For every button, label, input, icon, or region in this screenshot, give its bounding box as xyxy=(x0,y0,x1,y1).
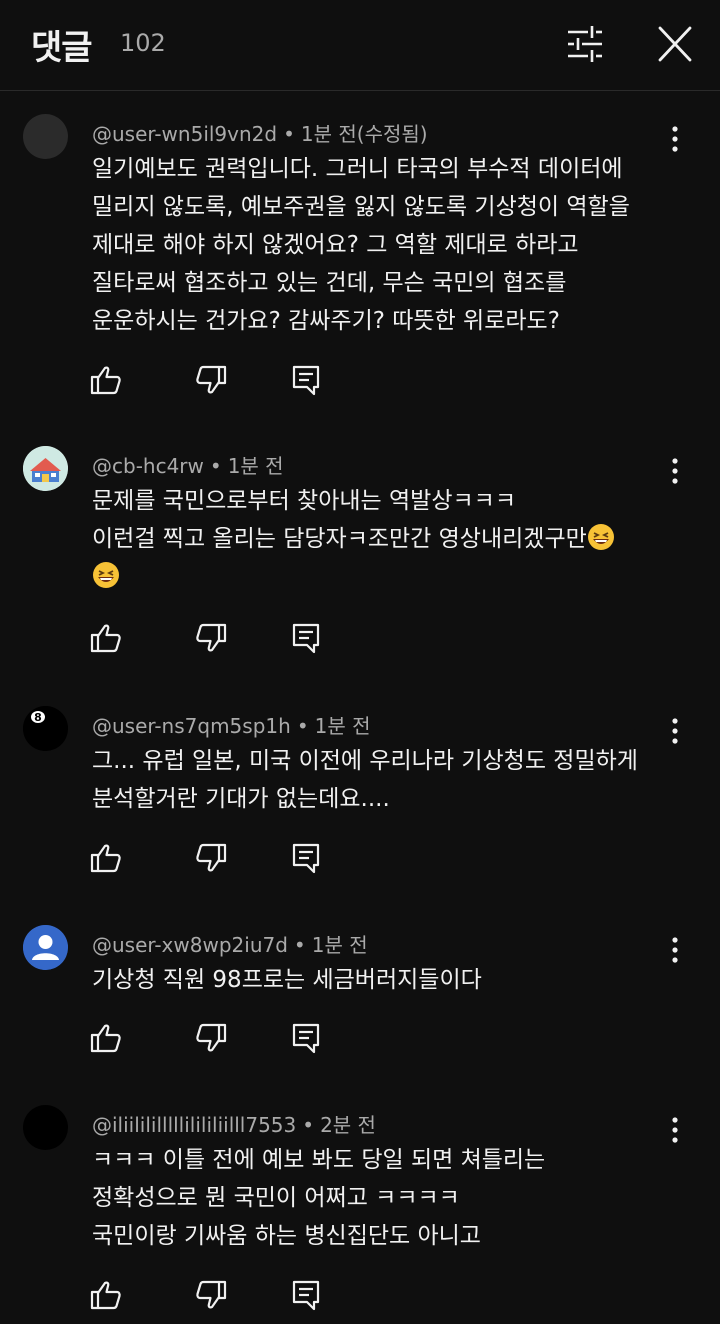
svg-text:8: 8 xyxy=(34,711,42,724)
reply-comment-icon[interactable] xyxy=(288,1277,324,1313)
avatar[interactable]: 8 xyxy=(23,706,68,751)
separator-dot: • xyxy=(293,933,306,957)
default-user-avatar-icon xyxy=(23,925,68,970)
thumbs-down-icon[interactable] xyxy=(193,840,229,876)
thumbs-down-icon[interactable] xyxy=(193,620,229,656)
grinning-squinting-face-emoji xyxy=(93,562,119,588)
close-icon[interactable] xyxy=(652,22,698,66)
comment-line xyxy=(92,558,692,596)
thumbs-down-icon[interactable] xyxy=(193,1277,229,1313)
avatar[interactable] xyxy=(23,1105,68,1150)
comment-author[interactable]: @user-xw8wp2iu7d xyxy=(92,933,288,957)
thumbs-down-icon[interactable] xyxy=(193,362,229,398)
sliders-icon[interactable] xyxy=(562,22,608,66)
comment-meta: @user-ns7qm5sp1h • 1분 전 xyxy=(92,710,371,739)
comment-actions xyxy=(0,620,720,660)
comment-text: 그... 유럽 일본, 미국 이전에 우리나라 기상청도 정밀하게 분석할거란 … xyxy=(92,742,692,818)
thumbs-up-icon[interactable] xyxy=(88,620,124,656)
eight-ball-avatar-icon: 8 xyxy=(23,706,68,751)
comment-line: 질타로써 협조하고 있는 건데, 무슨 국민의 협조를 xyxy=(92,270,567,296)
comment-meta: @cb-hc4rw • 1분 전 xyxy=(92,450,284,479)
comment-actions xyxy=(0,840,720,880)
comment-author[interactable]: @cb-hc4rw xyxy=(92,454,204,478)
comment-line: 밀리지 않도록, 예보주권을 잃지 않도록 기상청이 역할을 xyxy=(92,194,630,220)
separator-dot: • xyxy=(302,1113,315,1137)
comment-line: 제대로 해야 하지 않겠어요? 그 역할 제대로 하라고 xyxy=(92,232,579,258)
comment-actions xyxy=(0,1277,720,1317)
comment-line: 일기예보도 권력입니다. 그러니 타국의 부수적 데이터에 xyxy=(92,156,623,182)
comment-author[interactable]: @user-wn5il9vn2d xyxy=(92,122,277,146)
avatar[interactable] xyxy=(23,925,68,970)
comment-line: 문제를 국민으로부터 찾아내는 역발상ㅋㅋㅋ xyxy=(92,488,516,514)
grinning-squinting-face-emoji xyxy=(587,524,614,550)
thumbs-up-icon[interactable] xyxy=(88,1020,124,1056)
thumbs-up-icon[interactable] xyxy=(88,1277,124,1313)
comment-line: 기상청 직원 98프로는 세금버러지들이다 xyxy=(92,967,482,993)
thumbs-up-icon[interactable] xyxy=(88,362,124,398)
comment-line: 이런걸 찍고 올리는 담당자ㅋ조만간 영상내리겠구만 xyxy=(92,520,692,558)
separator-dot: • xyxy=(296,714,309,738)
comment-author[interactable]: @user-ns7qm5sp1h xyxy=(92,714,291,738)
more-vertical-icon[interactable] xyxy=(662,714,688,748)
comment-line-text: 이런걸 찍고 올리는 담당자ㅋ조만간 영상내리겠구만 xyxy=(92,526,587,552)
comment-meta: @user-xw8wp2iu7d • 1분 전 xyxy=(92,929,368,958)
separator-dot: • xyxy=(283,122,295,146)
thumbs-down-icon[interactable] xyxy=(193,1020,229,1056)
reply-comment-icon[interactable] xyxy=(288,1020,324,1056)
comment-text: 기상청 직원 98프로는 세금버러지들이다 xyxy=(92,961,692,999)
separator-dot: • xyxy=(209,454,222,478)
thumbs-up-icon[interactable] xyxy=(88,840,124,876)
house-avatar-icon xyxy=(23,446,68,491)
more-vertical-icon[interactable] xyxy=(662,1113,688,1147)
comment-author[interactable]: @iliilililllllilililiilll7553 xyxy=(92,1113,296,1137)
comment-time: 1분 전 xyxy=(227,454,284,478)
more-vertical-icon[interactable] xyxy=(662,122,688,156)
avatar[interactable] xyxy=(23,114,68,159)
avatar[interactable] xyxy=(23,446,68,491)
comment-meta: @user-wn5il9vn2d • 1분 전(수정됨) xyxy=(92,118,428,147)
comment-text: 일기예보도 권력입니다. 그러니 타국의 부수적 데이터에 밀리지 않도록, 예… xyxy=(92,150,692,340)
comment-text: 문제를 국민으로부터 찾아내는 역발상ㅋㅋㅋ 이런걸 찍고 올리는 담당자ㅋ조만… xyxy=(92,482,692,596)
more-vertical-icon[interactable] xyxy=(662,933,688,967)
comment-time: 2분 전 xyxy=(320,1113,376,1137)
comment-time: 1분 전 xyxy=(314,714,371,738)
comment-line: 분석할거란 기대가 없는데요.... xyxy=(92,786,390,812)
comment-line: 정확성으로 뭔 국민이 어쩌고 ㅋㅋㅋㅋ xyxy=(92,1185,460,1211)
comment-time: 1분 전 xyxy=(311,933,368,957)
comment-time: 1분 전(수정됨) xyxy=(300,122,428,146)
comment-line: 운운하시는 건가요? 감싸주기? 따뜻한 위로라도? xyxy=(92,308,560,334)
more-vertical-icon[interactable] xyxy=(662,454,688,488)
reply-comment-icon[interactable] xyxy=(288,840,324,876)
comment-actions xyxy=(0,362,720,402)
reply-comment-icon[interactable] xyxy=(288,362,324,398)
comments-header: 댓글 102 xyxy=(0,0,720,91)
comment-line: ㅋㅋㅋ 이틀 전에 예보 봐도 당일 되면 쳐틀리는 xyxy=(92,1147,546,1173)
reply-comment-icon[interactable] xyxy=(288,620,324,656)
comment-text: ㅋㅋㅋ 이틀 전에 예보 봐도 당일 되면 쳐틀리는 정확성으로 뭔 국민이 어… xyxy=(92,1141,692,1255)
comment-line: 국민이랑 기싸움 하는 병신집단도 아니고 xyxy=(92,1223,481,1249)
comment-actions xyxy=(0,1020,720,1060)
page-title: 댓글 xyxy=(31,28,93,68)
comment-meta: @iliilililllllilililiilll7553 • 2분 전 xyxy=(92,1109,376,1138)
comment-count: 102 xyxy=(120,29,166,57)
comment-line: 그... 유럽 일본, 미국 이전에 우리나라 기상청도 정밀하게 xyxy=(92,748,638,774)
